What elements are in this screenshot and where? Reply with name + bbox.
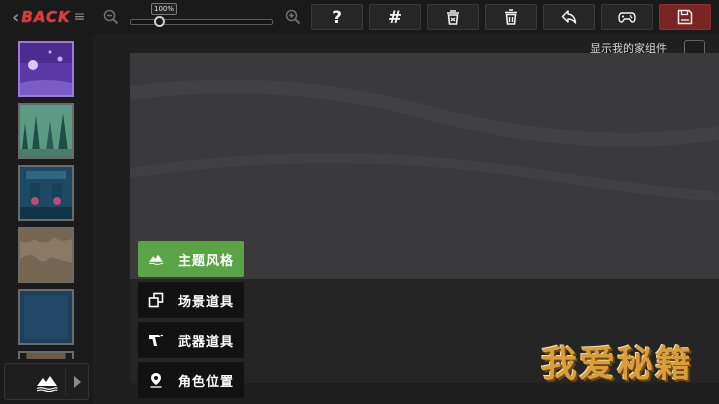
delete-icon bbox=[505, 9, 517, 25]
location-pin-icon bbox=[147, 371, 165, 389]
back-label: BACK bbox=[21, 8, 71, 26]
help-button[interactable]: ? bbox=[311, 4, 363, 30]
theme-style-mountain-icon bbox=[147, 250, 165, 268]
svg-text:#: # bbox=[388, 8, 402, 26]
top-toolbar: ‹ BACK ≡ 100% ? # bbox=[0, 0, 719, 34]
theme-thumbnail-night-purple[interactable] bbox=[18, 41, 74, 97]
undo-icon bbox=[561, 10, 577, 24]
night-purple-theme-image bbox=[20, 43, 72, 95]
menu-label-weapon-props: 武器道具 bbox=[178, 334, 235, 350]
cave-theme-image bbox=[20, 229, 72, 281]
partial-theme-image bbox=[26, 353, 66, 359]
mountain-icon bbox=[36, 376, 58, 392]
delete-button[interactable] bbox=[485, 4, 537, 30]
theme-sidebar bbox=[0, 34, 93, 404]
save-button[interactable] bbox=[659, 4, 711, 30]
zoom-in-icon[interactable] bbox=[285, 9, 301, 25]
theme-category-selector[interactable] bbox=[4, 363, 89, 400]
menu-label-theme-style: 主题风格 bbox=[178, 253, 235, 269]
theme-thumbnail-partial[interactable] bbox=[18, 351, 74, 359]
menu-item-weapon-props[interactable]: 武器道具 bbox=[138, 322, 244, 358]
theme-thumbnail-cave[interactable] bbox=[18, 227, 74, 283]
clear-all-icon bbox=[447, 10, 459, 25]
save-icon bbox=[677, 9, 693, 25]
zoom-slider-knob[interactable] bbox=[153, 16, 165, 27]
back-button[interactable]: ‹ BACK ≡ bbox=[12, 4, 85, 30]
grid-icon: # bbox=[388, 8, 402, 26]
menu-item-theme-style[interactable]: 主题风格 bbox=[138, 241, 244, 277]
menu-label-scene-props: 场景道具 bbox=[178, 294, 235, 310]
site-watermark: 我爱秘籍 bbox=[541, 344, 694, 385]
back-lines-icon: ≡ bbox=[73, 9, 86, 25]
selector-divider bbox=[65, 368, 66, 396]
clear-all-button[interactable] bbox=[427, 4, 479, 30]
weapon-icon bbox=[147, 331, 165, 349]
menu-item-character-position[interactable]: 角色位置 bbox=[138, 362, 244, 398]
deep-blue-theme-image bbox=[20, 291, 72, 343]
expand-arrow-icon[interactable] bbox=[74, 376, 81, 388]
theme-thumbnail-deep-blue[interactable] bbox=[18, 289, 74, 345]
theme-thumbnail-ocean[interactable] bbox=[18, 165, 74, 221]
forest-theme-image bbox=[20, 105, 72, 157]
gamepad-icon bbox=[618, 12, 636, 23]
grid-button[interactable]: # bbox=[369, 4, 421, 30]
svg-text:?: ? bbox=[332, 8, 342, 26]
back-chevron-icon: ‹ bbox=[12, 6, 20, 28]
theme-thumbnail-forest[interactable] bbox=[18, 103, 74, 159]
editor-screen: ‹ BACK ≡ 100% ? # 显示我的家组件 主题风格 场景道具 武器道具… bbox=[0, 0, 719, 404]
zoom-out-icon[interactable] bbox=[103, 9, 119, 25]
zoom-level-badge: 100% bbox=[151, 3, 177, 15]
props-icon bbox=[147, 291, 165, 309]
ocean-theme-image bbox=[20, 167, 72, 219]
help-icon: ? bbox=[332, 8, 342, 26]
undo-button[interactable] bbox=[543, 4, 595, 30]
zoom-slider[interactable] bbox=[130, 19, 273, 25]
menu-item-scene-props[interactable]: 场景道具 bbox=[138, 282, 244, 318]
menu-label-character-position: 角色位置 bbox=[178, 374, 235, 390]
play-test-button[interactable] bbox=[601, 4, 653, 30]
